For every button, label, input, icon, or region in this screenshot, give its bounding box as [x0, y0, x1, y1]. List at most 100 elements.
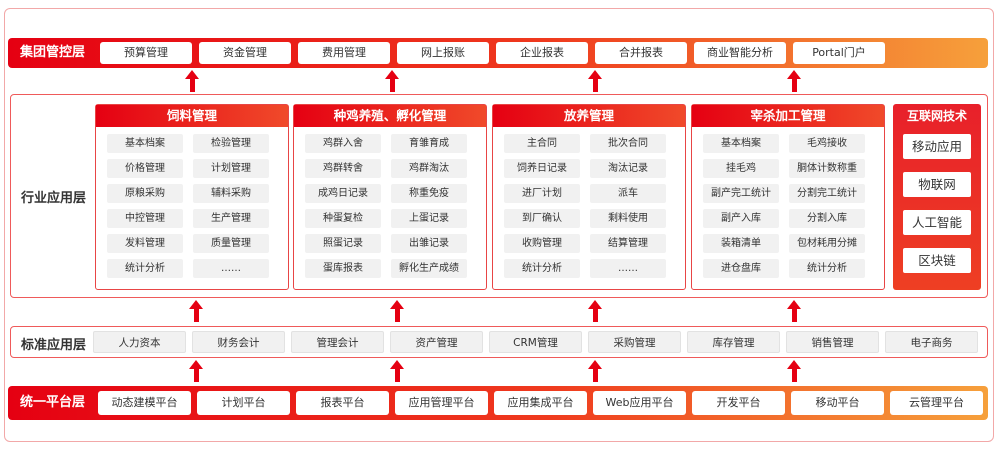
group-item-budget: 预算管理 — [100, 42, 192, 64]
module-item: 称重免疫 — [391, 184, 467, 203]
module-item: 计划管理 — [193, 159, 269, 178]
module-item: 进厂计划 — [504, 184, 580, 203]
module-item: 分割入库 — [789, 209, 865, 228]
tech-item-ai: 人工智能 — [903, 210, 971, 235]
module-item: 包材耗用分摊 — [789, 234, 865, 253]
platform-item-dynamic-modeling: 动态建模平台 — [98, 391, 191, 415]
up-arrow-icon — [385, 70, 399, 92]
module-item: …… — [193, 259, 269, 278]
module-item: 价格管理 — [107, 159, 183, 178]
standard-item-financial-accounting: 财务会计 — [192, 331, 285, 353]
group-item-expense: 费用管理 — [298, 42, 390, 64]
module-item: 检验管理 — [193, 134, 269, 153]
module-item: 基本档案 — [703, 134, 779, 153]
standard-item-management-accounting: 管理会计 — [291, 331, 384, 353]
module-item: 挂毛鸡 — [703, 159, 779, 178]
standard-item-asset: 资产管理 — [390, 331, 483, 353]
standard-item-procurement: 采购管理 — [588, 331, 681, 353]
platform-layer-title: 统一平台层 — [20, 395, 86, 410]
up-arrow-icon — [588, 300, 602, 322]
module-item: 副产入库 — [703, 209, 779, 228]
module-item: 装箱清单 — [703, 234, 779, 253]
module-item: 批次合同 — [590, 134, 666, 153]
platform-item-mobile: 移动平台 — [791, 391, 884, 415]
module-item: 胴体计数称重 — [789, 159, 865, 178]
group-control-layer: 集团管控层 预算管理 资金管理 费用管理 网上报账 企业报表 合并报表 商业智能… — [8, 38, 988, 68]
platform-item-app-management: 应用管理平台 — [395, 391, 488, 415]
platform-item-planning: 计划平台 — [197, 391, 290, 415]
up-arrow-icon — [588, 360, 602, 382]
standard-item-sales: 销售管理 — [786, 331, 879, 353]
group-item-consolidated-report: 合并报表 — [595, 42, 687, 64]
group-item-online-claim: 网上报账 — [397, 42, 489, 64]
module-item: 蛋库报表 — [305, 259, 381, 278]
standard-layer-title: 标准应用层 — [21, 338, 87, 353]
module-item: 中控管理 — [107, 209, 183, 228]
module-feed-management: 饲料管理 基本档案 检验管理 价格管理 计划管理 原粮采购 辅料采购 中控管理 … — [95, 104, 289, 290]
group-item-funds: 资金管理 — [199, 42, 291, 64]
unified-platform-layer: 统一平台层 动态建模平台 计划平台 报表平台 应用管理平台 应用集成平台 Web… — [8, 386, 988, 420]
module-breeder-hatchery: 种鸡养殖、孵化管理 鸡群入舍 育雏育成 鸡群转舍 鸡群淘汰 成鸡日记录 称重免疫… — [293, 104, 487, 290]
module-item: …… — [590, 259, 666, 278]
internet-tech-panel: 互联网技术 移动应用 物联网 人工智能 区块链 — [893, 104, 981, 290]
module-item: 副产完工统计 — [703, 184, 779, 203]
module-item: 鸡群入舍 — [305, 134, 381, 153]
standard-layer: 标准应用层 人力资本 财务会计 管理会计 资产管理 CRM管理 采购管理 库存管… — [10, 326, 988, 358]
platform-item-app-integration: 应用集成平台 — [494, 391, 587, 415]
module-item: 种蛋复检 — [305, 209, 381, 228]
module-item: 孵化生产成绩 — [391, 259, 467, 278]
group-item-enterprise-report: 企业报表 — [496, 42, 588, 64]
up-arrow-icon — [390, 360, 404, 382]
up-arrow-icon — [185, 70, 199, 92]
module-title: 饲料管理 — [96, 105, 288, 127]
tech-item-blockchain: 区块链 — [903, 248, 971, 273]
module-item: 饲养日记录 — [504, 159, 580, 178]
module-item: 主合同 — [504, 134, 580, 153]
module-item: 分割完工统计 — [789, 184, 865, 203]
module-item: 鸡群转舍 — [305, 159, 381, 178]
standard-item-ecommerce: 电子商务 — [885, 331, 978, 353]
platform-item-reporting: 报表平台 — [296, 391, 389, 415]
module-item: 照蛋记录 — [305, 234, 381, 253]
up-arrow-icon — [189, 360, 203, 382]
module-item: 原粮采购 — [107, 184, 183, 203]
platform-item-cloud-management: 云管理平台 — [890, 391, 983, 415]
module-title: 放养管理 — [493, 105, 685, 127]
tech-item-mobile: 移动应用 — [903, 134, 971, 159]
group-layer-title: 集团管控层 — [20, 45, 86, 60]
module-item: 出雏记录 — [391, 234, 467, 253]
up-arrow-icon — [189, 300, 203, 322]
tech-item-iot: 物联网 — [903, 172, 971, 197]
up-arrow-icon — [787, 70, 801, 92]
module-item: 发料管理 — [107, 234, 183, 253]
platform-item-development: 开发平台 — [692, 391, 785, 415]
module-item: 毛鸡接收 — [789, 134, 865, 153]
standard-item-crm: CRM管理 — [489, 331, 582, 353]
up-arrow-icon — [787, 360, 801, 382]
module-contract-farming: 放养管理 主合同 批次合同 饲养日记录 淘汰记录 进厂计划 派车 到厂确认 剩料… — [492, 104, 686, 290]
module-item: 统计分析 — [504, 259, 580, 278]
module-item: 剩料使用 — [590, 209, 666, 228]
industry-layer-title: 行业应用层 — [21, 191, 87, 206]
standard-item-hr: 人力资本 — [93, 331, 186, 353]
module-item: 统计分析 — [789, 259, 865, 278]
module-item: 辅料采购 — [193, 184, 269, 203]
module-slaughter-processing: 宰杀加工管理 基本档案 毛鸡接收 挂毛鸡 胴体计数称重 副产完工统计 分割完工统… — [691, 104, 885, 290]
up-arrow-icon — [588, 70, 602, 92]
module-item: 鸡群淘汰 — [391, 159, 467, 178]
module-item: 统计分析 — [107, 259, 183, 278]
module-title: 种鸡养殖、孵化管理 — [294, 105, 486, 127]
module-item: 收购管理 — [504, 234, 580, 253]
module-item: 质量管理 — [193, 234, 269, 253]
standard-item-inventory: 库存管理 — [687, 331, 780, 353]
up-arrow-icon — [390, 300, 404, 322]
up-arrow-icon — [787, 300, 801, 322]
module-item: 到厂确认 — [504, 209, 580, 228]
module-item: 结算管理 — [590, 234, 666, 253]
module-item: 基本档案 — [107, 134, 183, 153]
module-item: 育雏育成 — [391, 134, 467, 153]
tech-title: 互联网技术 — [906, 109, 967, 123]
module-item: 生产管理 — [193, 209, 269, 228]
module-item: 派车 — [590, 184, 666, 203]
module-item: 上蛋记录 — [391, 209, 467, 228]
